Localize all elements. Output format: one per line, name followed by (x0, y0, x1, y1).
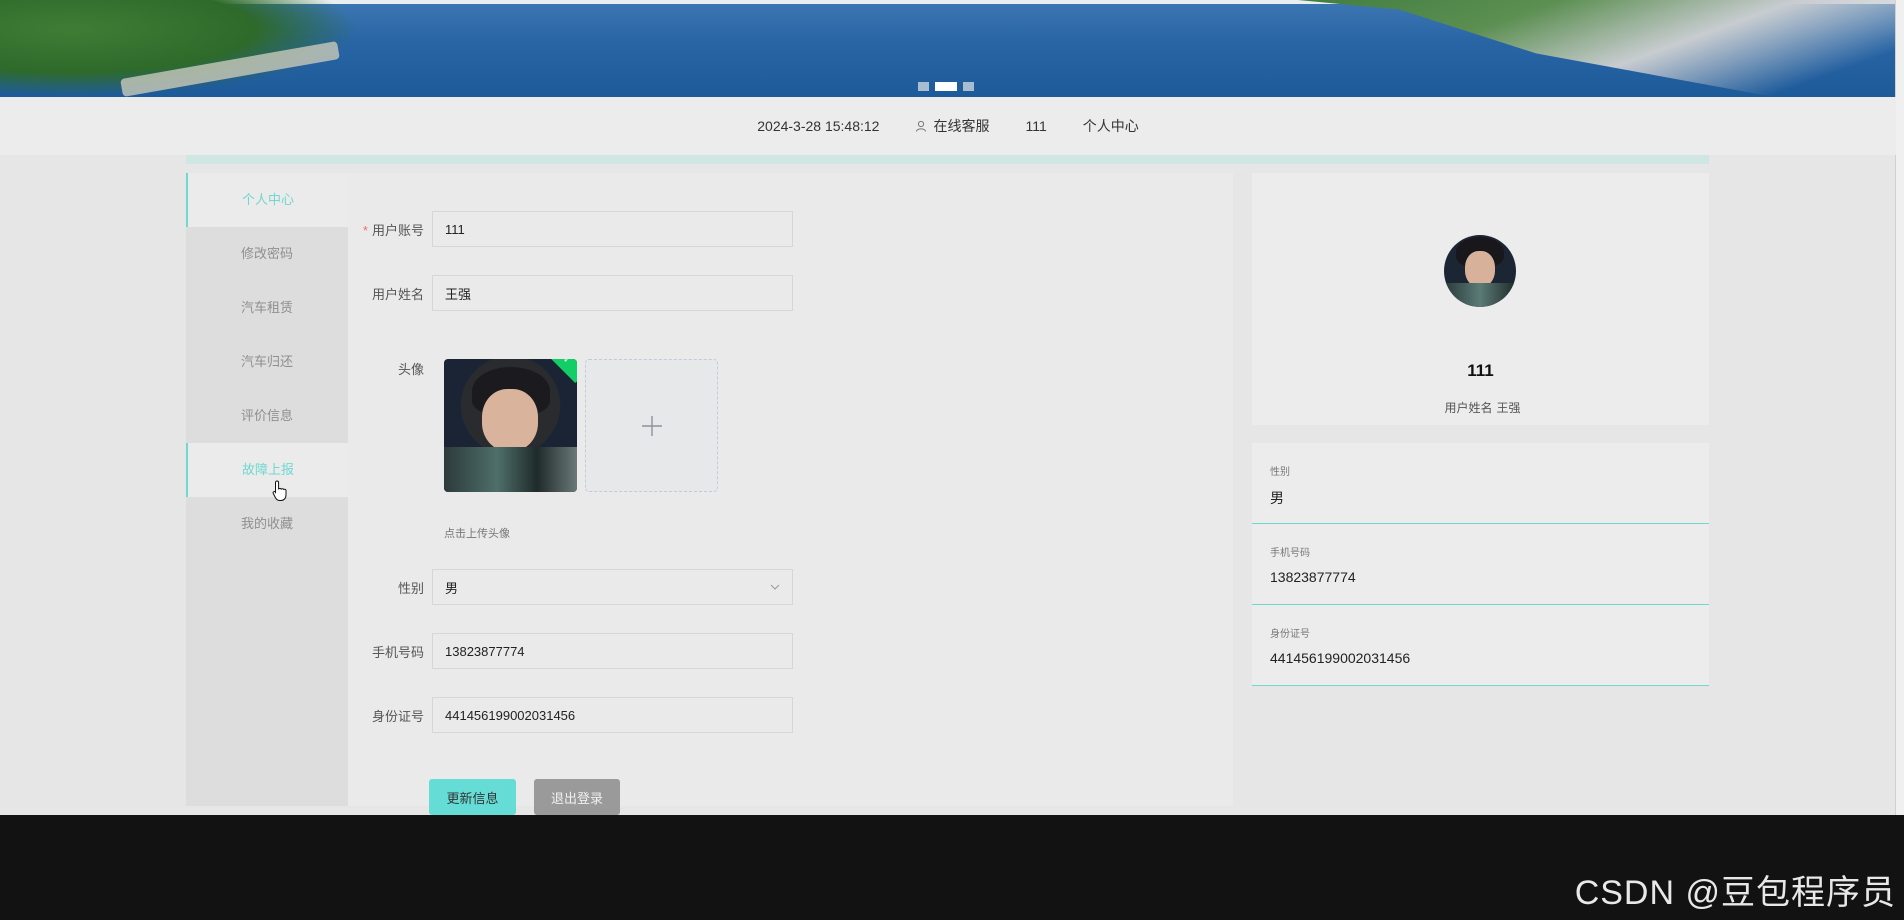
avatar-label: 头像 (397, 362, 424, 377)
info-id-value: 441456199002031456 (1270, 650, 1411, 666)
nav-online-service-label: 在线客服 (933, 118, 990, 134)
info-item-phone: 手机号码 13823877774 (1252, 524, 1709, 605)
sidebar-item-fault-report[interactable]: 故障上报 (186, 443, 348, 497)
profile-name: 111 (1467, 361, 1494, 380)
id-label: 身份证号 (371, 708, 424, 724)
banner-carousel[interactable] (0, 0, 1896, 97)
id-input[interactable]: 441456199002031456 (432, 697, 793, 733)
sidebar-item-car-return[interactable]: 汽车归还 (186, 335, 348, 389)
upload-hint: 点击上传头像 (444, 528, 510, 540)
phone-label: 手机号码 (371, 644, 424, 660)
form-row-id: 身份证号 441456199002031456 (348, 697, 793, 733)
profile-sub-value: 王强 (1496, 401, 1521, 415)
info-item-gender: 性别 男 (1252, 443, 1709, 524)
profile-card: 111 用户姓名 王强 (1252, 173, 1709, 425)
nav-online-service[interactable]: 在线客服 (915, 116, 989, 136)
plus-icon (641, 415, 662, 436)
form-row-gender: 性别 男 (348, 569, 793, 605)
profile-subtitle: 用户姓名 王强 (1252, 399, 1709, 416)
info-phone-value: 13823877774 (1270, 569, 1356, 585)
sidebar-item-reviews[interactable]: 评价信息 (186, 389, 348, 443)
top-nav: 2024-3-28 15:48:12 在线客服 111 个人中心 (0, 97, 1896, 155)
form-row-avatar: 头像 (348, 359, 432, 378)
update-info-button[interactable]: 更新信息 (429, 779, 516, 815)
account-label: * 用户账号 (362, 222, 424, 238)
carousel-dot-1[interactable] (918, 82, 929, 91)
accent-strip (186, 155, 1709, 164)
main-container: 个人中心 修改密码 汽车租赁 汽车归还 评价信息 故障上报 我的收藏 * 用户账号… (186, 155, 1709, 815)
form-row-name: 用户姓名 王强 (348, 275, 793, 311)
gender-label: 性别 (397, 580, 424, 596)
banner-shore-right (1298, 0, 1896, 97)
account-input[interactable]: 111 (432, 211, 793, 247)
gender-select[interactable]: 男 (432, 569, 793, 605)
phone-input[interactable]: 13823877774 (432, 633, 793, 669)
info-gender-value: 男 (1270, 490, 1284, 506)
profile-form: * 用户账号 111 用户姓名 王强 头像 ✓ 点击上传头像 性别 男 手机号码… (348, 173, 1233, 815)
name-label: 用户姓名 (371, 286, 424, 302)
logout-button[interactable]: 退出登录 (534, 779, 620, 815)
sidebar-item-personal-center[interactable]: 个人中心 (186, 173, 348, 227)
sidebar: 个人中心 修改密码 汽车租赁 汽车归还 评价信息 故障上报 我的收藏 (186, 173, 348, 806)
gender-select-value: 男 (445, 580, 459, 596)
page-scrollbar[interactable] (1895, 0, 1904, 815)
check-icon: ✓ (546, 359, 577, 384)
info-item-id: 身份证号 441456199002031456 (1252, 605, 1709, 686)
user-icon (916, 120, 927, 132)
name-input[interactable]: 王强 (432, 275, 793, 311)
info-phone-label: 手机号码 (1270, 548, 1310, 559)
form-row-phone: 手机号码 13823877774 (348, 633, 793, 669)
sidebar-item-favorites[interactable]: 我的收藏 (186, 497, 348, 551)
watermark: CSDN @豆包程序员 (1574, 874, 1896, 912)
sidebar-item-car-rental[interactable]: 汽车租赁 (186, 281, 348, 335)
info-id-label: 身份证号 (1270, 629, 1310, 640)
chevron-down-icon (770, 584, 780, 590)
info-gender-label: 性别 (1270, 467, 1290, 478)
carousel-dot-3[interactable] (963, 82, 974, 91)
form-row-account: * 用户账号 111 (348, 211, 793, 247)
sidebar-item-change-password[interactable]: 修改密码 (186, 227, 348, 281)
info-card: 性别 男 手机号码 13823877774 身份证号 4414561990020… (1252, 443, 1709, 686)
profile-sub-label: 用户姓名 (1444, 401, 1493, 415)
avatar-preview[interactable]: ✓ (444, 359, 577, 492)
avatar-upload-button[interactable] (585, 359, 718, 492)
carousel-dot-2[interactable] (935, 82, 957, 91)
hand-cursor-icon (272, 480, 287, 501)
nav-datetime: 2024-3-28 15:48:12 (757, 118, 880, 134)
nav-username[interactable]: 111 (1025, 118, 1046, 134)
avatar (1444, 235, 1516, 307)
nav-personal-center[interactable]: 个人中心 (1083, 116, 1139, 136)
carousel-indicators (918, 82, 974, 91)
